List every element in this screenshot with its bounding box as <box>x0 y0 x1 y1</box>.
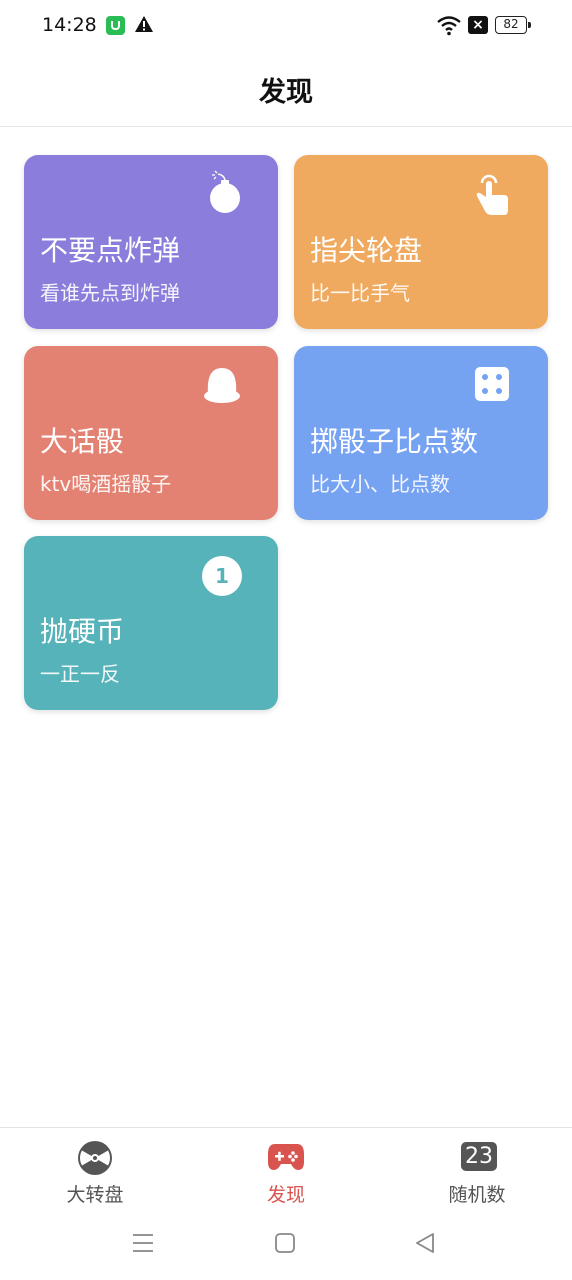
tab-label: 随机数 <box>448 1184 506 1206</box>
card-subtitle: 比大小、比点数 <box>310 472 450 496</box>
tap-hand-icon <box>476 174 508 215</box>
tab-label: 大转盘 <box>66 1184 124 1206</box>
card-finger-roulette[interactable]: 指尖轮盘 比一比手气 <box>294 155 548 329</box>
back-icon[interactable] <box>414 1231 436 1255</box>
card-bomb-game[interactable]: 不要点炸弹 看谁先点到炸弹 <box>24 155 278 329</box>
bottom-tab-bar: 大转盘 发现 23 随机数 <box>0 1127 572 1218</box>
header: 发现 <box>0 52 572 127</box>
dice-cup-icon <box>204 368 240 403</box>
warning-icon <box>135 16 153 32</box>
status-time: 14:28 <box>42 14 97 36</box>
card-title: 抛硬币 <box>40 615 125 648</box>
card-title: 大话骰 <box>40 425 125 458</box>
card-title: 掷骰子比点数 <box>310 425 479 458</box>
menu-icon[interactable] <box>132 1231 154 1255</box>
battery-icon: 82 <box>495 16 531 34</box>
tab-wheel[interactable]: 大转盘 <box>0 1128 190 1218</box>
close-icon: × <box>468 16 488 34</box>
wifi-icon <box>437 16 461 36</box>
gamepad-icon <box>268 1144 304 1170</box>
random-number-icon: 23 <box>461 1142 497 1171</box>
app-notification-icon <box>106 16 125 35</box>
card-roll-dice[interactable]: 掷骰子比点数 比大小、比点数 <box>294 346 548 520</box>
dice-icon <box>475 367 509 401</box>
tab-random-number[interactable]: 23 随机数 <box>382 1128 572 1218</box>
status-bar: 14:28 × 82 <box>0 0 572 52</box>
system-nav-bar <box>0 1217 572 1280</box>
card-subtitle: 比一比手气 <box>310 281 410 305</box>
card-subtitle: 看谁先点到炸弹 <box>40 281 180 305</box>
card-title: 不要点炸弹 <box>40 234 181 267</box>
card-subtitle: ktv喝酒摇骰子 <box>40 472 172 496</box>
tab-discover[interactable]: 发现 <box>191 1128 381 1218</box>
wheel-icon <box>78 1141 112 1175</box>
card-coin-flip[interactable]: 1 抛硬币 一正一反 <box>24 536 278 710</box>
card-title: 指尖轮盘 <box>310 234 423 267</box>
card-subtitle: 一正一反 <box>40 662 120 686</box>
home-icon[interactable] <box>274 1231 296 1255</box>
bomb-icon <box>210 170 240 213</box>
coin-icon: 1 <box>202 556 242 596</box>
card-liars-dice[interactable]: 大话骰 ktv喝酒摇骰子 <box>24 346 278 520</box>
page-title: 发现 <box>259 77 313 108</box>
tab-label: 发现 <box>266 1184 305 1206</box>
